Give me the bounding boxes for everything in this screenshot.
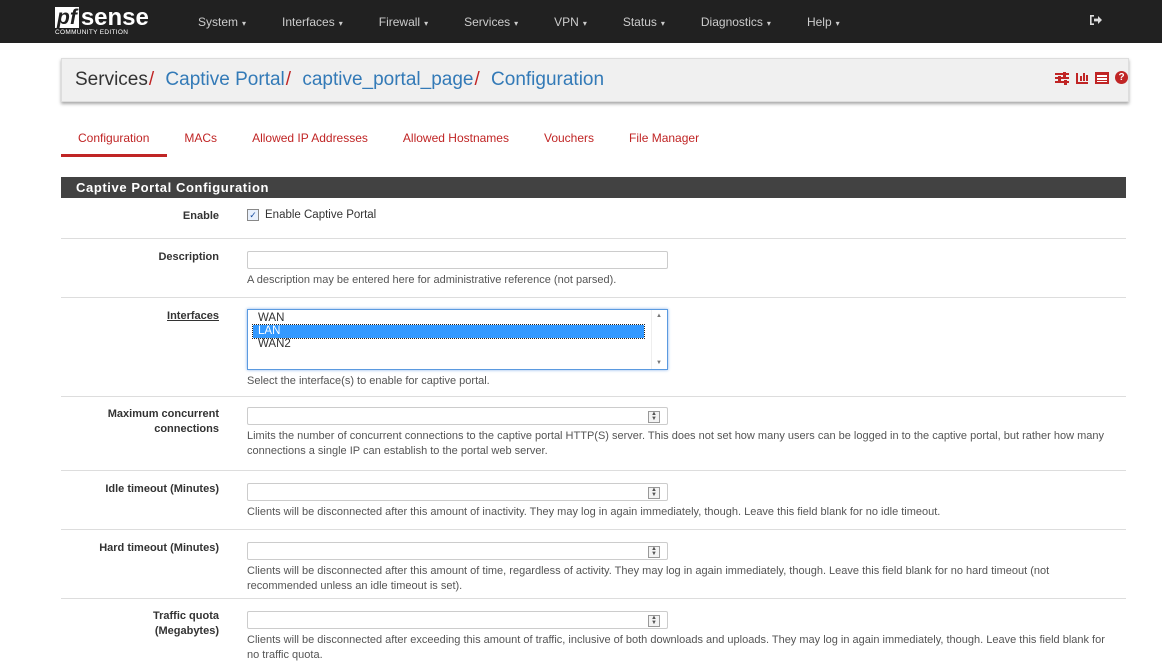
hard-timeout-help: Clients will be disconnected after this … — [247, 565, 1050, 592]
traffic-quota-input[interactable]: ▲ ▼ — [247, 611, 668, 629]
menu-system[interactable]: System ▾ — [180, 15, 264, 29]
caret-icon: ▾ — [660, 18, 665, 28]
max-connections-label: Maximum concurrent connections — [107, 408, 219, 435]
breadcrumb-separator: / — [474, 69, 480, 90]
breadcrumb-separator: / — [148, 69, 155, 90]
enable-label: Enable — [182, 210, 219, 222]
caret-icon: ▾ — [514, 18, 519, 28]
panel-title: Captive Portal Configuration — [61, 177, 1126, 198]
caret-icon: ▾ — [835, 18, 840, 28]
interfaces-label: Interfaces — [167, 310, 219, 322]
idle-timeout-label: Idle timeout (Minutes) — [105, 483, 219, 495]
menu-status[interactable]: Status ▾ — [605, 15, 683, 29]
logo-pf: pf — [55, 5, 79, 29]
menu-interfaces[interactable]: Interfaces ▾ — [264, 15, 361, 29]
interface-option-wan2[interactable]: WAN2 — [253, 338, 644, 351]
interface-option-lan[interactable]: LAN — [252, 324, 645, 339]
sliders-icon[interactable] — [1055, 71, 1069, 85]
breadcrumb-separator: / — [285, 69, 292, 90]
caret-icon: ▾ — [338, 18, 343, 28]
logo-sense: sense — [80, 3, 149, 31]
tab-configuration[interactable]: Configuration — [61, 124, 168, 157]
menu-vpn[interactable]: VPN ▾ — [536, 15, 605, 29]
description-help: A description may be entered here for ad… — [247, 274, 617, 286]
idle-timeout-help: Clients will be disconnected after this … — [247, 506, 941, 518]
table-list-icon[interactable] — [1095, 71, 1109, 85]
caret-icon: ▾ — [766, 18, 771, 28]
tab-allowed-hostnames[interactable]: Allowed Hostnames — [386, 124, 527, 157]
menu-firewall[interactable]: Firewall ▾ — [361, 15, 446, 29]
spinner-icon[interactable]: ▲ ▼ — [648, 546, 660, 558]
breadcrumb: Services/ Captive Portal/ captive_portal… — [61, 58, 1129, 102]
enable-checkbox-label[interactable]: Enable Captive Portal — [265, 209, 376, 221]
description-label: Description — [158, 251, 219, 263]
traffic-quota-label: Traffic quota (Megabytes) — [152, 610, 219, 637]
config-panel: Captive Portal Configuration Enable ✓ En… — [61, 177, 1126, 667]
tab-macs[interactable]: MACs — [167, 124, 235, 157]
hard-timeout-label: Hard timeout (Minutes) — [99, 542, 219, 554]
interface-option-wan[interactable]: WAN — [253, 312, 644, 325]
interfaces-row: Interfaces WAN LAN WAN2 ▲ ▼ Select the i… — [61, 298, 1126, 397]
multiselect-scrollbar[interactable]: ▲ ▼ — [651, 310, 667, 369]
tab-bar: Configuration MACs Allowed IP Addresses … — [61, 124, 717, 157]
main-menu: System ▾ Interfaces ▾ Firewall ▾ Services ▾ … — [180, 15, 858, 29]
caret-icon: ▾ — [242, 18, 247, 28]
traffic-quota-help: Clients will be disconnected after excee… — [247, 634, 1105, 661]
breadcrumb-services: Services — [75, 69, 148, 90]
max-connections-row: Maximum concurrent connections ▲ ▼ Limits… — [61, 397, 1126, 471]
pfsense-logo[interactable]: pf sense COMMUNITY EDITION — [55, 3, 155, 37]
breadcrumb-zone[interactable]: captive_portal_page — [302, 69, 473, 90]
breadcrumb-captive-portal[interactable]: Captive Portal — [165, 69, 284, 90]
help-icon[interactable]: ? — [1115, 71, 1128, 84]
spinner-icon[interactable]: ▲ ▼ — [648, 615, 660, 627]
hard-timeout-input[interactable]: ▲ ▼ — [247, 542, 668, 560]
idle-timeout-input[interactable]: ▲ ▼ — [247, 483, 668, 501]
menu-services[interactable]: Services ▾ — [446, 15, 536, 29]
interfaces-help: Select the interface(s) to enable for ca… — [247, 375, 490, 387]
tab-vouchers[interactable]: Vouchers — [527, 124, 612, 157]
max-connections-input[interactable]: ▲ ▼ — [247, 407, 668, 425]
spinner-icon[interactable]: ▲ ▼ — [648, 411, 660, 423]
top-navbar: pf sense COMMUNITY EDITION System ▾ Inter… — [0, 0, 1162, 43]
traffic-quota-row: Traffic quota (Megabytes) ▲ ▼ Clients wil… — [61, 599, 1126, 667]
scroll-down-icon[interactable]: ▼ — [656, 360, 662, 366]
logo-edition: COMMUNITY EDITION — [55, 28, 129, 36]
enable-checkbox[interactable]: ✓ — [247, 209, 259, 221]
breadcrumb-configuration[interactable]: Configuration — [491, 69, 604, 90]
scroll-up-icon[interactable]: ▲ — [656, 313, 662, 319]
hard-timeout-row: Hard timeout (Minutes) ▲ ▼ Clients will b… — [61, 530, 1126, 599]
description-input[interactable] — [247, 251, 668, 269]
tab-allowed-ip-addresses[interactable]: Allowed IP Addresses — [235, 124, 386, 157]
tab-file-manager[interactable]: File Manager — [612, 124, 717, 157]
menu-diagnostics[interactable]: Diagnostics ▾ — [683, 15, 789, 29]
caret-icon: ▾ — [424, 18, 429, 28]
menu-help[interactable]: Help ▾ — [789, 15, 858, 29]
bar-chart-icon[interactable] — [1075, 71, 1089, 85]
idle-timeout-row: Idle timeout (Minutes) ▲ ▼ Clients will b… — [61, 471, 1126, 530]
max-connections-help: Limits the number of concurrent connecti… — [247, 430, 1105, 457]
spinner-icon[interactable]: ▲ ▼ — [648, 487, 660, 499]
logout-icon[interactable] — [1089, 13, 1102, 29]
caret-icon: ▾ — [582, 18, 587, 28]
interfaces-multiselect[interactable]: WAN LAN WAN2 ▲ ▼ — [247, 309, 668, 370]
description-row: Description A description may be entered… — [61, 239, 1126, 298]
enable-row: Enable ✓ Enable Captive Portal — [61, 198, 1126, 239]
